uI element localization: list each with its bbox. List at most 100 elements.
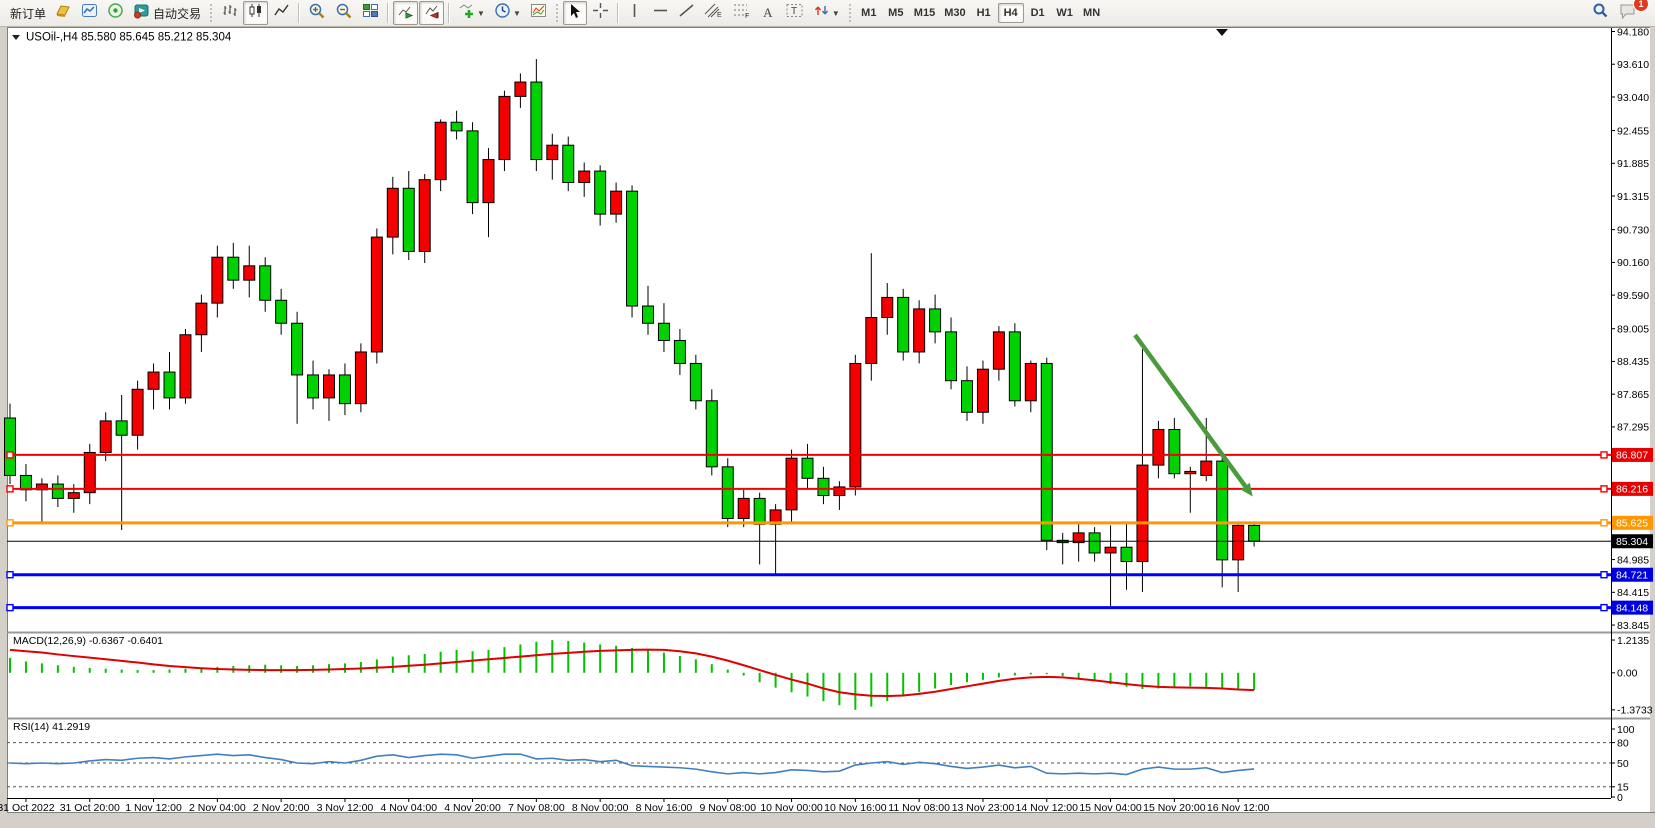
timeframe-h4-button[interactable]: H4 — [998, 3, 1024, 23]
autotrading-button[interactable]: 自动交易 — [129, 1, 205, 25]
notifications-button[interactable]: 1 — [1614, 1, 1641, 25]
vertical-line-button[interactable] — [623, 1, 647, 25]
line-anchor-handle[interactable] — [7, 520, 13, 526]
bar-chart-type-button[interactable] — [217, 1, 242, 25]
time-label: 11 Nov 08:00 — [888, 802, 950, 814]
candle-body — [515, 82, 526, 96]
candle-body — [1041, 363, 1052, 540]
autotrading-icon — [133, 2, 150, 24]
macd-histogram-bar — [1221, 673, 1223, 688]
time-label: 15 Nov 04:00 — [1079, 802, 1142, 814]
fibonacci-button[interactable]: F — [728, 1, 755, 25]
macd-histogram-bar — [966, 673, 968, 682]
price-tick-label: 93.610 — [1617, 59, 1649, 71]
tile-windows-icon — [362, 2, 379, 24]
line-anchor-handle[interactable] — [1601, 572, 1607, 578]
tile-windows-button[interactable] — [358, 1, 383, 25]
candle-body — [977, 369, 988, 412]
macd-histogram-bar — [57, 665, 59, 673]
time-label: 31 Oct 20:00 — [60, 802, 120, 814]
chart-canvas[interactable]: 86.80786.21685.62585.30484.72184.14894.1… — [0, 27, 1655, 828]
line-anchor-handle[interactable] — [7, 486, 13, 492]
line-anchor-handle[interactable] — [1601, 605, 1607, 611]
crosshair-button[interactable] — [588, 1, 613, 25]
time-label: 8 Nov 16:00 — [636, 802, 693, 814]
timeframe-m5-button[interactable]: M5 — [883, 3, 909, 23]
candle-body — [1121, 547, 1132, 561]
text-label-button[interactable]: T — [781, 1, 808, 25]
line-anchor-handle[interactable] — [7, 452, 13, 458]
line-anchor-handle[interactable] — [7, 572, 13, 578]
trendline-icon — [678, 2, 695, 24]
trendline-button[interactable] — [674, 1, 699, 25]
macd-tick-label: -1.3733 — [1617, 705, 1653, 717]
timeframe-d1-button[interactable]: D1 — [1025, 3, 1051, 23]
candle-body — [196, 303, 207, 335]
timeframe-m1-button[interactable]: M1 — [856, 3, 882, 23]
candle-body — [738, 498, 749, 518]
line-chart-type-button[interactable] — [269, 1, 294, 25]
macd-histogram-bar — [743, 673, 745, 676]
arrows-button[interactable]: ▼ — [809, 1, 844, 25]
chart-shift-button[interactable] — [419, 1, 444, 25]
macd-histogram-bar — [328, 664, 330, 673]
templates-button[interactable] — [526, 1, 551, 25]
candle-body — [850, 363, 861, 486]
channel-icon: E — [704, 2, 723, 24]
macd-histogram-bar — [121, 670, 123, 673]
chart-title: USOil-,H4 85.580 85.645 85.212 85.304 — [12, 32, 232, 44]
price-tick-label: 91.315 — [1617, 191, 1649, 203]
time-label: 15 Nov 20:00 — [1143, 802, 1206, 814]
macd-histogram-bar — [519, 644, 521, 672]
price-tag-label: 84.148 — [1616, 602, 1648, 614]
dropdown-arrow-icon: ▼ — [832, 9, 840, 18]
price-tick-label: 87.865 — [1617, 389, 1649, 401]
time-label: 2 Nov 20:00 — [253, 802, 310, 814]
zoom-in-button[interactable] — [304, 1, 330, 25]
price-tick-label: 84.415 — [1617, 587, 1649, 599]
new-chart-button[interactable] — [51, 1, 76, 25]
auto-scroll-button[interactable] — [393, 1, 418, 25]
macd-histogram-bar — [822, 673, 824, 701]
timeframe-m15-button[interactable]: M15 — [910, 3, 939, 23]
candle-body — [164, 372, 175, 398]
price-tick-label: 94.180 — [1617, 27, 1649, 38]
search-button[interactable] — [1587, 1, 1613, 25]
timeframe-w1-button[interactable]: W1 — [1052, 3, 1078, 23]
candle-body — [387, 188, 398, 237]
indicators-button[interactable]: ▼ — [454, 1, 489, 25]
cursor-button[interactable] — [563, 1, 587, 25]
candle-chart-type-button[interactable] — [243, 1, 268, 25]
line-anchor-handle[interactable] — [7, 605, 13, 611]
line-anchor-handle[interactable] — [1601, 452, 1607, 458]
equidistant-channel-button[interactable]: E — [700, 1, 727, 25]
horizontal-line-button[interactable] — [648, 1, 673, 25]
market-watch-button[interactable] — [77, 1, 102, 25]
signals-button[interactable] — [103, 1, 128, 25]
zoom-out-button[interactable] — [331, 1, 357, 25]
time-label: 31 Oct 2022 — [0, 802, 55, 814]
timeframe-m30-button[interactable]: M30 — [940, 3, 969, 23]
macd-histogram-bar — [1253, 673, 1255, 690]
rsi-tick-label: 50 — [1617, 758, 1629, 770]
price-tick-label: 89.590 — [1617, 290, 1649, 302]
zoom-out-icon — [335, 2, 353, 25]
macd-histogram-bar — [440, 652, 442, 673]
line-anchor-handle[interactable] — [1601, 486, 1607, 492]
line-anchor-handle[interactable] — [1601, 520, 1607, 526]
price-tick-label: 90.160 — [1617, 257, 1649, 269]
price-tick-label: 90.730 — [1617, 224, 1649, 236]
new-order-button[interactable]: 新订单 — [6, 1, 50, 25]
text-button[interactable]: A — [756, 1, 780, 25]
timeframe-mn-button[interactable]: MN — [1079, 3, 1105, 23]
macd-histogram-bar — [1237, 673, 1239, 690]
price-tick-label: 92.455 — [1617, 125, 1649, 137]
macd-histogram-bar — [535, 642, 537, 673]
timeframe-h1-button[interactable]: H1 — [971, 3, 997, 23]
periods-button[interactable]: ▼ — [490, 1, 525, 25]
toolbar-separator — [448, 3, 450, 23]
price-tick-label: 84.985 — [1617, 554, 1649, 566]
time-label: 8 Nov 00:00 — [572, 802, 629, 814]
dropdown-arrow-icon: ▼ — [477, 9, 485, 18]
macd-histogram-bar — [73, 667, 75, 673]
